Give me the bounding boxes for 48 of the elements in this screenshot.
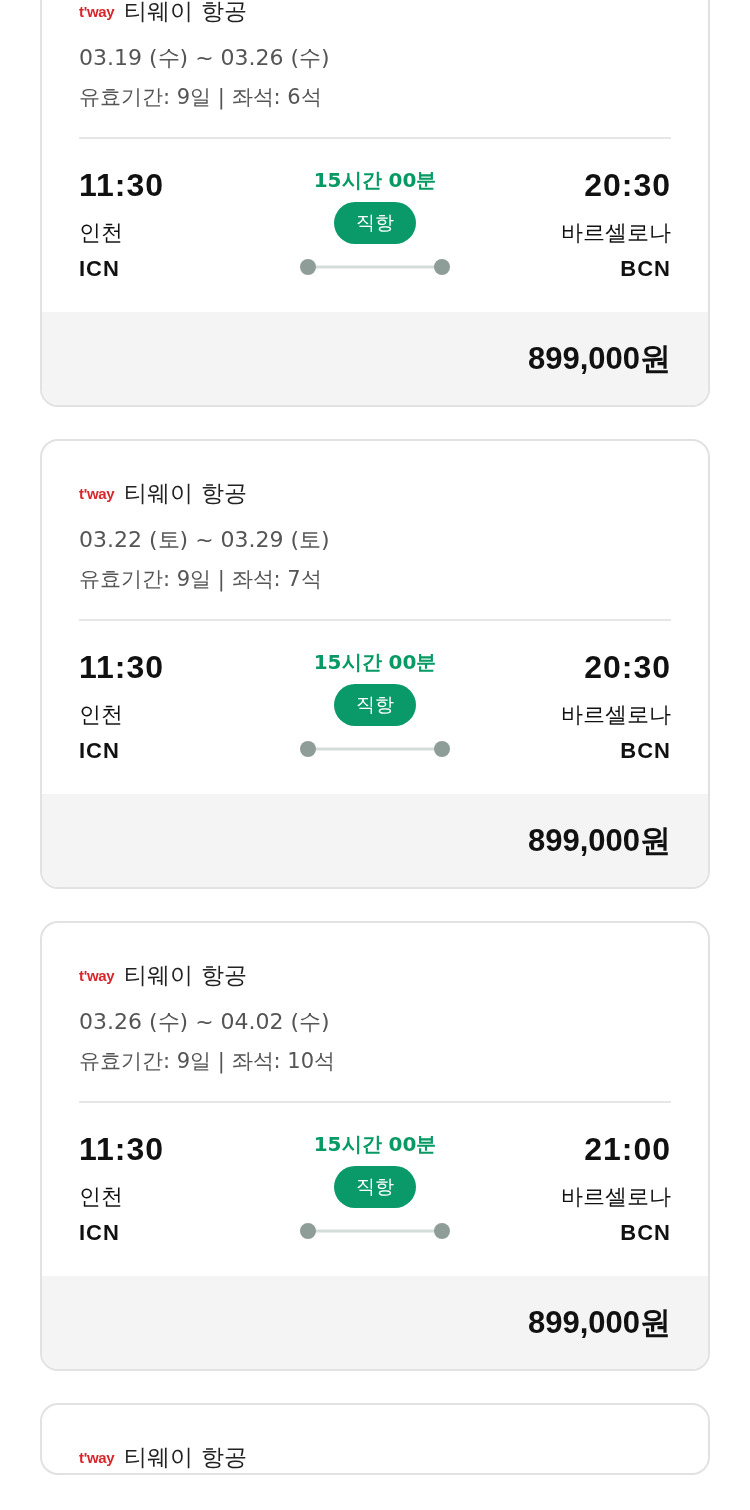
flight-card[interactable]: t'way 티웨이 항공 03.19 (수) ~ 03.26 (수) 유효기간: 9일 | 좌석: 6석 11:30 인천 ICN 15시간 00분 직항 20:30 바르셀로나 BCN 899,000원 (40, 0, 710, 407)
arrival-code: BCN (620, 256, 671, 282)
departure-code: ICN (79, 256, 121, 282)
arrival-city: 바르셀로나 (561, 219, 671, 247)
airline-name: 티웨이 항공 (124, 0, 247, 26)
departure-code: ICN (79, 1220, 121, 1246)
arrival-time: 21:00 (584, 1131, 671, 1168)
departure-time: 11:30 (79, 167, 166, 204)
airline-logo: t'way (79, 966, 115, 984)
arrival-city: 바르셀로나 (561, 701, 671, 729)
travel-dates: 03.26 (수) ~ 04.02 (수) (79, 1008, 331, 1036)
departure-city: 인천 (79, 1183, 124, 1211)
fare-price: 899,000원 (527, 339, 671, 378)
arrival-code: BCN (620, 738, 671, 764)
flight-card[interactable]: t'way 티웨이 항공 03.22 (토) ~ 03.29 (토) 유효기간: 9일 | 좌석: 7석 11:30 인천 ICN 15시간 00분 직항 20:30 바르셀로나 BCN 899,000원 (40, 439, 710, 889)
arrival-time: 20:30 (584, 649, 671, 686)
arrival-code: BCN (620, 1220, 671, 1246)
flight-card[interactable]: t'way 티웨이 항공 03.26 (수) ~ 04.02 (수) 유효기간: 9일 | 좌석: 10석 11:30 인천 ICN 15시간 00분 직항 21:00 바르셀로나 BCN 899,000원 (40, 921, 710, 1371)
route-line-icon (300, 258, 450, 276)
flight-duration: 15시간 00분 (313, 1131, 437, 1158)
route-type-badge: 직항 (334, 202, 416, 244)
fare-price: 899,000원 (527, 1303, 671, 1342)
flight-card[interactable]: t'way 티웨이 항공 (40, 1403, 710, 1475)
airline-name: 티웨이 항공 (124, 1442, 247, 1472)
airline-name: 티웨이 항공 (124, 478, 247, 508)
airline-logo: t'way (79, 484, 115, 502)
route-line-icon (300, 740, 450, 758)
departure-time: 11:30 (79, 1131, 166, 1168)
fare-price: 899,000원 (527, 821, 671, 860)
validity-seats: 유효기간: 9일 | 좌석: 10석 (79, 1047, 671, 1075)
travel-dates: 03.22 (토) ~ 03.29 (토) (79, 526, 331, 554)
validity-seats: 유효기간: 9일 | 좌석: 7석 (79, 565, 671, 593)
arrival-city: 바르셀로나 (561, 1183, 671, 1211)
route-type-badge: 직항 (334, 1166, 416, 1208)
flight-duration: 15시간 00분 (313, 649, 437, 676)
departure-code: ICN (79, 738, 121, 764)
airline-logo: t'way (79, 2, 115, 20)
validity-seats: 유효기간: 9일 | 좌석: 6석 (79, 83, 671, 111)
airline-name: 티웨이 항공 (124, 960, 247, 990)
departure-city: 인천 (79, 219, 124, 247)
departure-city: 인천 (79, 701, 124, 729)
departure-time: 11:30 (79, 649, 166, 686)
arrival-time: 20:30 (584, 167, 671, 204)
route-line-icon (300, 1222, 450, 1240)
airline-logo: t'way (79, 1448, 115, 1466)
flight-duration: 15시간 00분 (313, 167, 437, 194)
route-type-badge: 직항 (334, 684, 416, 726)
travel-dates: 03.19 (수) ~ 03.26 (수) (79, 44, 331, 72)
